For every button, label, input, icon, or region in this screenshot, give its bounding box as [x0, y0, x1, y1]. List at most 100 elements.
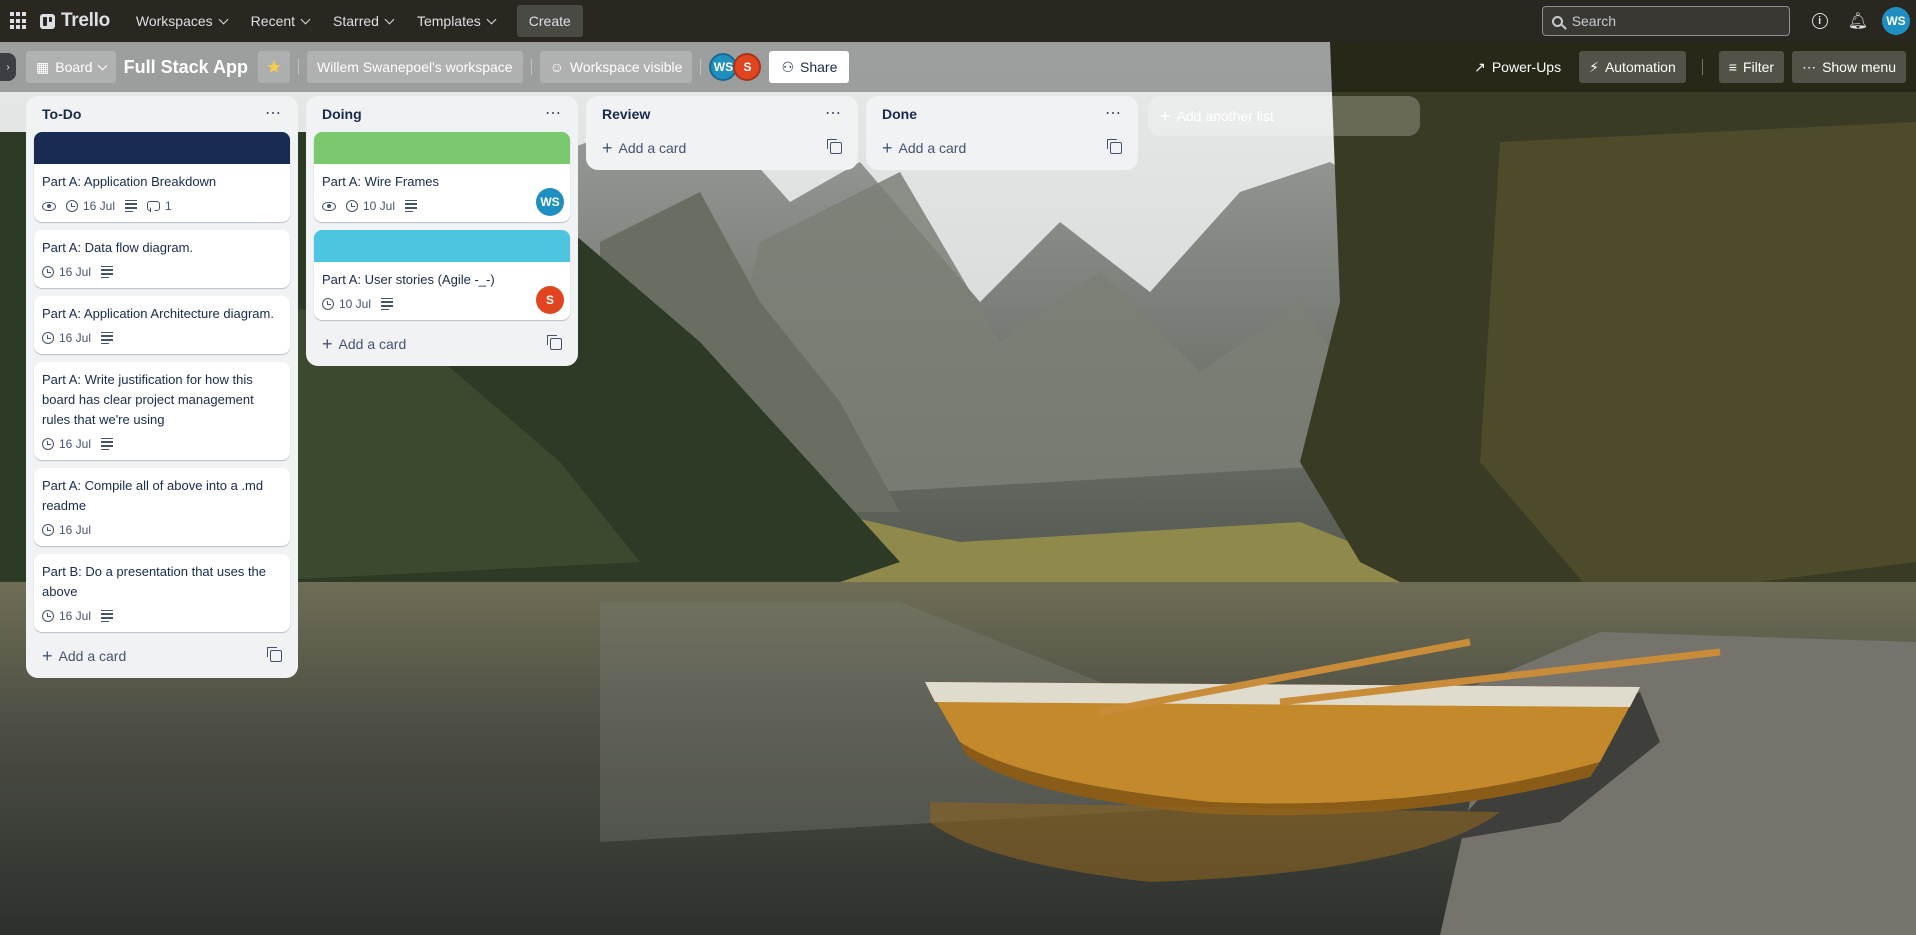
information-icon[interactable]: i	[1811, 13, 1828, 29]
card-compile-readme[interactable]: Part A: Compile all of above into a .md …	[34, 468, 290, 546]
due-date: 16 Jul	[59, 437, 92, 451]
visibility-label: Workspace visible	[569, 59, 683, 75]
notifications-bell-icon[interactable]: 🔔︎	[1848, 11, 1868, 31]
add-card-button[interactable]: + Add a card	[42, 647, 126, 665]
workspace-button[interactable]: Willem Swanepoel's workspace	[306, 51, 523, 83]
add-card-label: Add a card	[898, 140, 967, 156]
card-member-avatar[interactable]: S	[536, 286, 564, 314]
board-view-switcher[interactable]: ▦ Board	[26, 51, 116, 83]
board-members: WS S	[709, 53, 762, 81]
plus-icon: +	[42, 646, 53, 666]
description-icon	[101, 437, 114, 451]
list-title[interactable]: To-Do	[42, 106, 81, 122]
add-card-label: Add a card	[58, 648, 127, 664]
card-user-stories[interactable]: Part A: User stories (Agile -_-) 10 Jul …	[314, 230, 570, 320]
board-view-icon: ▦	[36, 58, 50, 75]
create-button[interactable]: Create	[516, 5, 583, 37]
description-icon	[101, 609, 114, 623]
list-title[interactable]: Review	[602, 106, 650, 122]
create-from-template-icon[interactable]	[827, 139, 842, 154]
search-placeholder: Search	[1571, 13, 1617, 29]
due-date: 16 Jul	[59, 523, 92, 537]
add-another-list-button[interactable]: + Add another list	[1148, 96, 1420, 136]
due-date-badge[interactable]: 16 Jul	[42, 437, 91, 451]
plus-icon: +	[602, 138, 613, 158]
clock-icon	[42, 610, 54, 622]
templates-menu[interactable]: Templates	[407, 5, 505, 37]
list-actions-icon[interactable]: ⋯	[1105, 106, 1122, 122]
list-header: Review ⋯	[594, 96, 850, 132]
clock-icon	[42, 266, 54, 278]
card-presentation[interactable]: Part B: Do a presentation that uses the …	[34, 554, 290, 632]
list-header: Doing ⋯	[314, 96, 570, 132]
show-menu-button[interactable]: ⋯ Show menu	[1792, 51, 1906, 83]
automation-button[interactable]: ⚡︎ Automation	[1579, 51, 1686, 83]
board-title[interactable]: Full Stack App	[124, 57, 248, 78]
due-date-badge[interactable]: 16 Jul	[42, 609, 91, 623]
due-date-badge[interactable]: 10 Jul	[346, 199, 395, 213]
card-body: Part A: User stories (Agile -_-) 10 Jul …	[314, 262, 570, 320]
divider	[700, 59, 702, 75]
trello-logo[interactable]: Trello	[40, 10, 110, 32]
due-date-badge[interactable]: 16 Jul	[42, 523, 91, 537]
app-switcher-icon[interactable]	[10, 12, 28, 30]
watching-badge	[42, 201, 56, 211]
due-date-badge[interactable]: 16 Jul	[42, 331, 91, 345]
description-icon	[381, 297, 394, 311]
visibility-button[interactable]: ☺ Workspace visible	[539, 51, 693, 83]
due-date-badge[interactable]: 10 Jul	[322, 297, 371, 311]
add-card-button[interactable]: + Add a card	[602, 139, 686, 157]
due-date-badge[interactable]: 16 Jul	[42, 265, 91, 279]
due-date: 16 Jul	[59, 609, 92, 623]
card-body: Part A: Wire Frames 10 Jul WS	[314, 164, 570, 222]
create-from-template-icon[interactable]	[267, 647, 282, 662]
recent-menu[interactable]: Recent	[241, 5, 319, 37]
clock-icon	[322, 298, 334, 310]
list-done: Done ⋯ + Add a card	[866, 96, 1138, 170]
card-body: Part A: Data flow diagram. 16 Jul	[34, 230, 290, 288]
list-actions-icon[interactable]: ⋯	[265, 106, 282, 122]
card-data-flow-diagram[interactable]: Part A: Data flow diagram. 16 Jul	[34, 230, 290, 288]
due-date: 16 Jul	[83, 199, 116, 213]
add-card-row: + Add a card	[874, 132, 1130, 164]
card-cover	[34, 132, 290, 164]
automation-label: Automation	[1604, 59, 1676, 75]
member-avatar-s[interactable]: S	[733, 53, 762, 81]
header-menu: Workspaces Recent Starred Templates Crea…	[126, 5, 583, 37]
create-from-template-icon[interactable]	[1107, 139, 1122, 154]
card-application-breakdown[interactable]: Part A: Application Breakdown 16 Jul 1	[34, 132, 290, 222]
add-card-button[interactable]: + Add a card	[882, 139, 966, 157]
card-wire-frames[interactable]: Part A: Wire Frames 10 Jul WS	[314, 132, 570, 222]
search-input[interactable]: Search	[1541, 6, 1790, 36]
workspaces-menu[interactable]: Workspaces	[126, 5, 237, 37]
people-icon: ☺	[549, 59, 564, 75]
share-label: Share	[800, 59, 838, 75]
starred-menu[interactable]: Starred	[323, 5, 403, 37]
card-title: Part A: Write justification for how this…	[42, 372, 254, 427]
card-badges: 16 Jul	[42, 606, 282, 626]
account-avatar[interactable]: WS	[1882, 7, 1910, 35]
board-header: › ▦ Board Full Stack App ★ Willem Swanep…	[0, 42, 1916, 92]
card-write-justification[interactable]: Part A: Write justification for how this…	[34, 362, 290, 460]
due-date-badge[interactable]: 16 Jul	[66, 199, 115, 213]
description-badge	[405, 199, 418, 213]
list-actions-icon[interactable]: ⋯	[545, 106, 562, 122]
add-card-button[interactable]: + Add a card	[322, 335, 406, 353]
list-title[interactable]: Done	[882, 106, 917, 122]
plus-icon: +	[1160, 106, 1171, 126]
share-button[interactable]: ⚇ Share	[769, 51, 850, 83]
card-member-avatar[interactable]: WS	[536, 188, 564, 216]
star-board-icon[interactable]: ★	[257, 51, 290, 83]
description-badge	[125, 199, 138, 213]
create-from-template-icon[interactable]	[547, 335, 562, 350]
description-icon	[101, 265, 114, 279]
power-ups-button[interactable]: ↗ Power-Ups	[1464, 51, 1571, 83]
list-actions-icon[interactable]: ⋯	[825, 106, 842, 122]
add-list-label: Add another list	[1176, 108, 1274, 124]
sidebar-expand-icon[interactable]: ›	[0, 53, 16, 81]
filter-button[interactable]: ≡ Filter	[1718, 51, 1785, 83]
workspaces-label: Workspaces	[135, 13, 213, 29]
card-architecture-diagram[interactable]: Part A: Application Architecture diagram…	[34, 296, 290, 354]
filter-icon: ≡	[1728, 59, 1737, 75]
list-title[interactable]: Doing	[322, 106, 362, 122]
